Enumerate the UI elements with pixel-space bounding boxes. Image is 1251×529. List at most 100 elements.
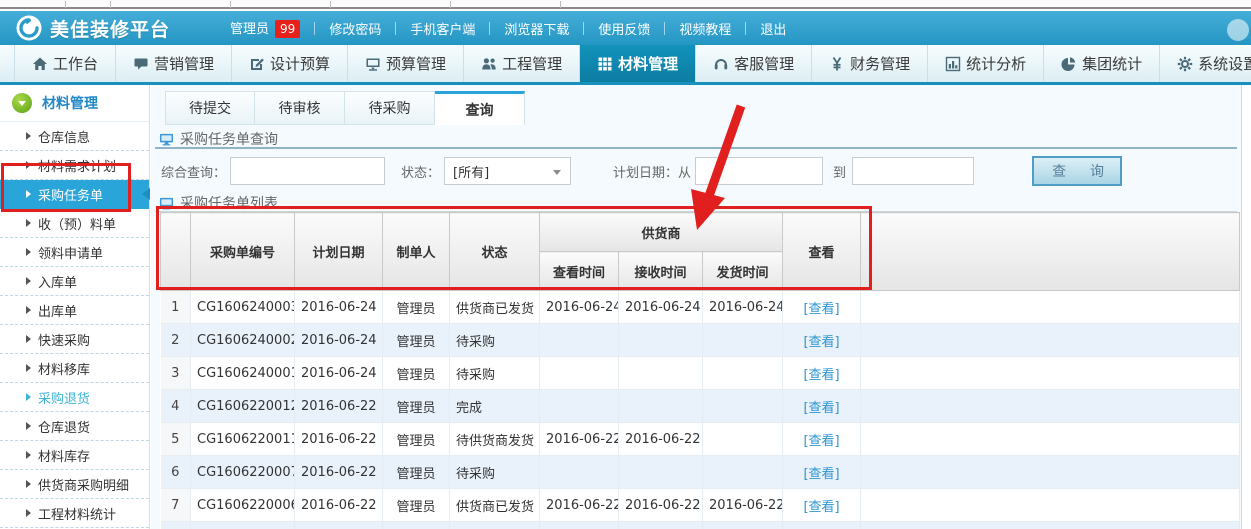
sidebar-item-label: 供货商采购明细 bbox=[38, 475, 129, 494]
view-link[interactable]: [查看] bbox=[803, 434, 839, 449]
nav-item-工作台[interactable]: 工作台 bbox=[14, 45, 116, 82]
topbar-link[interactable]: 退出 bbox=[760, 19, 786, 38]
menu-divider bbox=[314, 22, 315, 35]
view-link[interactable]: [查看] bbox=[803, 335, 839, 350]
sidebar: 材料管理 仓库信息材料需求计划采购任务单收（预）料单领料申请单入库单出库单快速采… bbox=[0, 85, 150, 529]
brand: 美佳装修平台 bbox=[16, 15, 170, 42]
cell-filler bbox=[861, 357, 1240, 390]
status-label: 状态： bbox=[401, 162, 440, 181]
cell-view: [查看] bbox=[783, 390, 861, 423]
sidebar-item-仓库信息[interactable]: 仓库信息 bbox=[0, 122, 149, 151]
sidebar-item-仓库退货[interactable]: 仓库退货 bbox=[0, 412, 149, 441]
nav-item-系统设置[interactable]: 系统设置 bbox=[1160, 45, 1251, 82]
topbar-link[interactable]: 浏览器下载 bbox=[504, 19, 569, 38]
notification-badge[interactable]: 99 bbox=[275, 20, 300, 38]
table-row: 3CG16062400012016-06-24管理员待采购[查看] bbox=[161, 357, 1240, 390]
topbar-link[interactable]: 手机客户端 bbox=[410, 19, 475, 38]
barchart-icon bbox=[945, 56, 961, 72]
cell-receive-time bbox=[619, 522, 703, 529]
nav-item-财务管理[interactable]: 财务管理 bbox=[812, 45, 928, 82]
sidebar-item-供货商采购明细[interactable]: 供货商采购明细 bbox=[0, 470, 149, 499]
date-from-input[interactable] bbox=[695, 157, 823, 185]
row-index: 1 bbox=[161, 291, 191, 324]
nav-item-label: 统计分析 bbox=[966, 53, 1026, 74]
nav-item-客服管理[interactable]: 客服管理 bbox=[696, 45, 812, 82]
nav-item-label: 设计预算 bbox=[270, 53, 330, 74]
sidebar-item-材料库存[interactable]: 材料库存 bbox=[0, 441, 149, 470]
keyword-input[interactable] bbox=[230, 157, 385, 185]
collapse-icon[interactable] bbox=[12, 93, 32, 113]
cell-view: [查看] bbox=[783, 456, 861, 489]
sidebar-title: 材料管理 bbox=[42, 93, 98, 113]
cell-order-no: CG1606220007 bbox=[191, 456, 295, 489]
date-to-input[interactable] bbox=[852, 157, 974, 185]
design-icon bbox=[249, 56, 265, 72]
cell-ship-time bbox=[703, 324, 783, 357]
cell-creator: 管理员 bbox=[383, 423, 450, 456]
bullet-icon bbox=[26, 422, 31, 430]
module-nav: 工作台营销管理 设计预算预算管理工程管理材料管理客服管理财务管理 统计分析集团统计 系… bbox=[0, 45, 1251, 85]
row-index: 2 bbox=[161, 324, 191, 357]
topbar-link[interactable]: 使用反馈 bbox=[598, 19, 650, 38]
cell-ship-time bbox=[703, 357, 783, 390]
view-link[interactable]: [查看] bbox=[803, 500, 839, 515]
user-admin-link[interactable]: 管理员99 bbox=[230, 18, 300, 38]
cell-view-time bbox=[540, 456, 619, 489]
status-select[interactable]: [所有] bbox=[444, 157, 571, 185]
cell-order-no: CG1606220012 bbox=[191, 390, 295, 423]
bullet-icon bbox=[26, 451, 31, 459]
nav-item-材料管理[interactable]: 材料管理 bbox=[580, 45, 696, 82]
sidebar-header[interactable]: 材料管理 bbox=[0, 85, 149, 122]
sidebar-item-入库单[interactable]: 入库单 bbox=[0, 267, 149, 296]
sidebar-item-材料移库[interactable]: 材料移库 bbox=[0, 354, 149, 383]
home-icon bbox=[32, 56, 48, 72]
sidebar-item-材料需求计划[interactable]: 材料需求计划 bbox=[0, 151, 149, 180]
topbar-link[interactable]: 修改密码 bbox=[329, 19, 381, 38]
keyword-label: 综合查询： bbox=[161, 162, 226, 181]
cell-filler bbox=[861, 489, 1240, 522]
cell-view: [查看] bbox=[783, 324, 861, 357]
sidebar-item-工程材料统计[interactable]: 工程材料统计 bbox=[0, 499, 149, 528]
table-row: 4CG16062200122016-06-22管理员完成[查看] bbox=[161, 390, 1240, 423]
nav-item-营销管理[interactable]: 营销管理 bbox=[116, 45, 232, 82]
topbar-link[interactable]: 视频教程 bbox=[679, 19, 731, 38]
nav-item-label: 系统设置 bbox=[1198, 53, 1251, 74]
nav-item-设计预算[interactable]: 设计预算 bbox=[232, 45, 348, 82]
search-button[interactable]: 查 询 bbox=[1032, 156, 1122, 186]
view-link[interactable]: [查看] bbox=[803, 368, 839, 383]
tab-查询[interactable]: 查询 bbox=[435, 91, 525, 125]
sidebar-item-出库单[interactable]: 出库单 bbox=[0, 296, 149, 325]
sidebar-item-领料申请单[interactable]: 领料申请单 bbox=[0, 238, 149, 267]
sidebar-item-label: 领料申请单 bbox=[38, 243, 103, 262]
tab-待审核[interactable]: 待审核 bbox=[255, 91, 345, 125]
tab-待提交[interactable]: 待提交 bbox=[165, 91, 255, 125]
table-row: 1CG16062400032016-06-24管理员供货商已发货2016-06-… bbox=[161, 291, 1240, 324]
nav-item-统计分析[interactable]: 统计分析 bbox=[928, 45, 1044, 82]
cell-ship-time bbox=[703, 423, 783, 456]
cell-view: [查看] bbox=[783, 423, 861, 456]
table-row: 6CG16062200072016-06-22管理员待采购[查看] bbox=[161, 456, 1240, 489]
view-link[interactable]: [查看] bbox=[803, 467, 839, 482]
browser-remnant-strip bbox=[0, 0, 1251, 9]
cell-view: [查看] bbox=[783, 489, 861, 522]
sidebar-item-采购任务单[interactable]: 采购任务单 bbox=[0, 180, 149, 209]
bullet-icon bbox=[26, 248, 31, 256]
cell-plan-date: 2016-06-22 bbox=[295, 423, 383, 456]
menu-divider bbox=[583, 22, 584, 35]
menu-divider bbox=[745, 22, 746, 35]
sidebar-item-快速采购[interactable]: 快速采购 bbox=[0, 325, 149, 354]
sidebar-item-采购退货[interactable]: 采购退货 bbox=[0, 383, 149, 412]
yen-icon bbox=[829, 56, 845, 72]
date-from-label: 计划日期：从 bbox=[613, 162, 691, 181]
nav-item-集团统计[interactable]: 集团统计 bbox=[1044, 45, 1160, 82]
tab-待采购[interactable]: 待采购 bbox=[345, 91, 435, 125]
view-link[interactable]: [查看] bbox=[803, 401, 839, 416]
sidebar-item-label: 仓库退货 bbox=[38, 417, 90, 436]
nav-item-工程管理[interactable]: 工程管理 bbox=[464, 45, 580, 82]
view-link[interactable]: [查看] bbox=[803, 302, 839, 317]
cell-receive-time bbox=[619, 456, 703, 489]
sidebar-item-收（预）料单[interactable]: 收（预）料单 bbox=[0, 209, 149, 238]
nav-item-预算管理[interactable]: 预算管理 bbox=[348, 45, 464, 82]
cell-receive-time bbox=[619, 390, 703, 423]
bullet-icon bbox=[26, 335, 31, 343]
